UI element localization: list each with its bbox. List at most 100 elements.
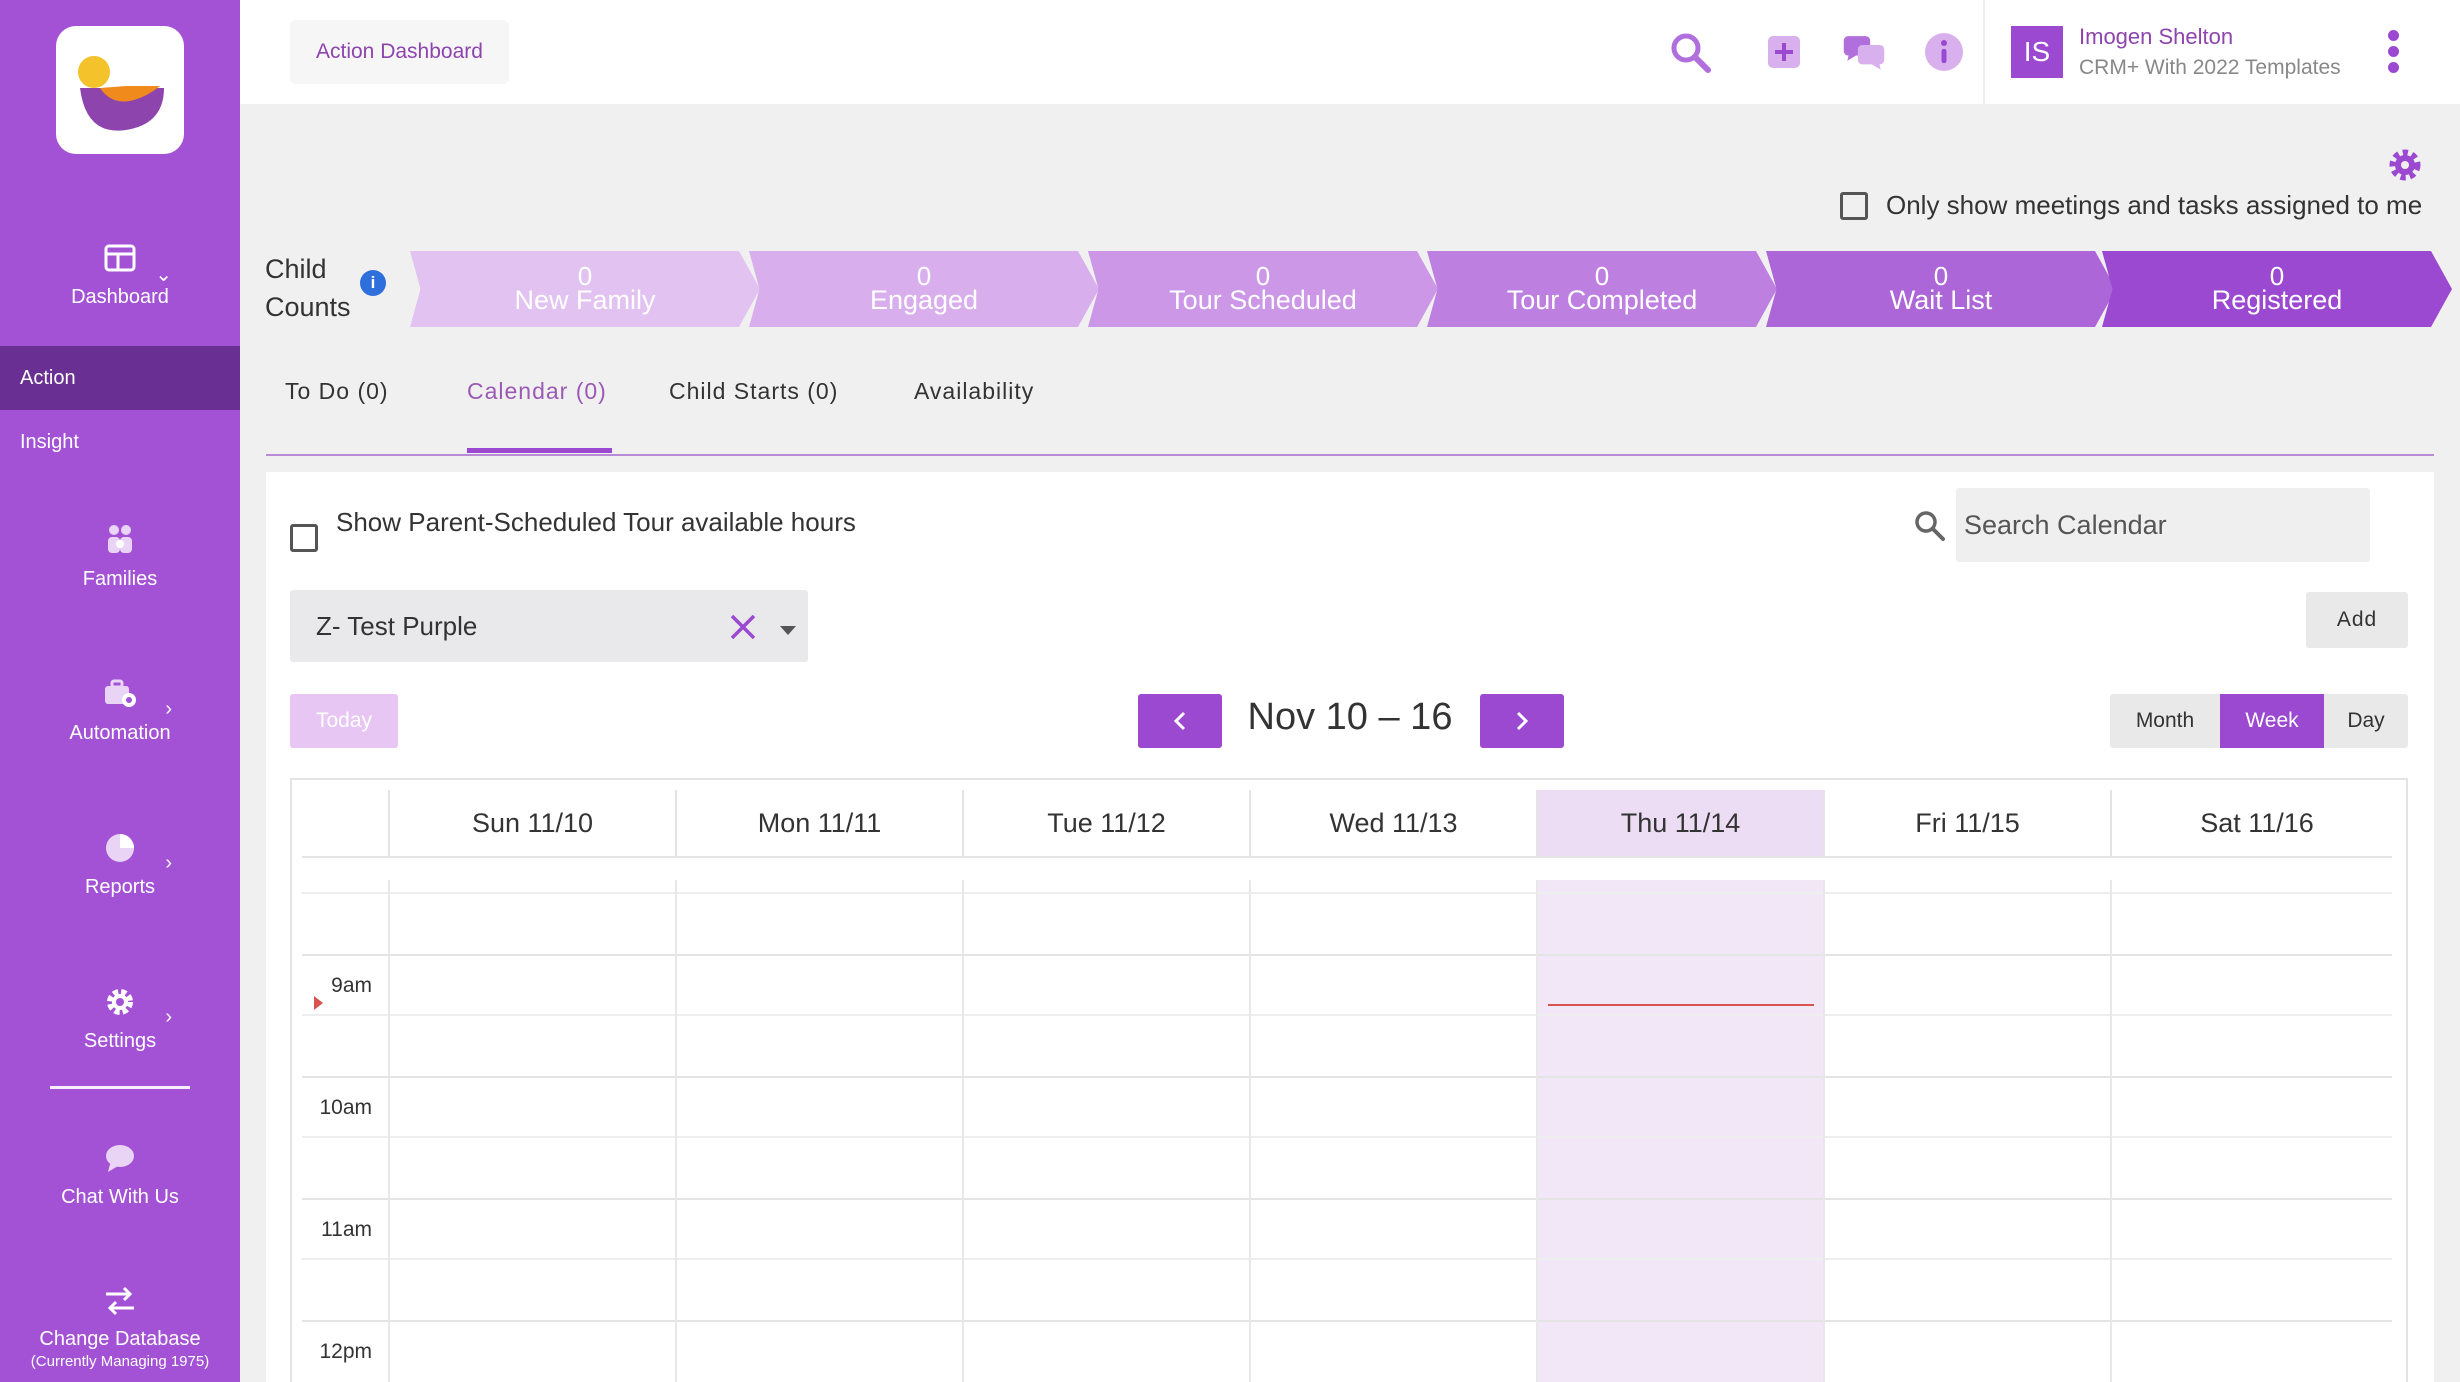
grid-line: [302, 1320, 2392, 1322]
tab-calendar[interactable]: Calendar (0): [467, 378, 607, 405]
families-icon: [108, 525, 132, 553]
search-icon: [1915, 511, 1945, 541]
more-options-icon[interactable]: [2388, 30, 2400, 78]
stage-registered[interactable]: 0 Registered: [2102, 251, 2452, 327]
user-menu[interactable]: IS Imogen Shelton CRM+ With 2022 Templat…: [1983, 0, 2460, 104]
day-header-today[interactable]: Thu 11/14: [1536, 790, 1823, 856]
week-calendar-grid: Sun 11/10 Mon 11/11 Tue 11/12 Wed 11/13 …: [290, 778, 2408, 1382]
only-assigned-label: Only show meetings and tasks assigned to…: [1886, 190, 2423, 220]
chevron-right-icon: ›: [165, 852, 172, 874]
grid-line: [302, 1014, 2392, 1016]
grid-line: [302, 1198, 2392, 1200]
clear-icon[interactable]: [726, 610, 760, 644]
day-header[interactable]: Wed 11/13: [1249, 790, 1536, 856]
search-icon[interactable]: [1668, 30, 1712, 74]
plus-square-icon[interactable]: [1762, 30, 1806, 74]
day-header[interactable]: Mon 11/11: [675, 790, 962, 856]
time-label: 10am: [319, 1096, 372, 1119]
top-header: Action Dashboard IS Imogen Shelton CRM+ …: [240, 0, 2460, 104]
chevron-right-icon: [1516, 711, 1529, 731]
sidebar-item-sublabel: (Currently Managing 1975): [30, 1353, 210, 1370]
show-parent-tour-label: Show Parent-Scheduled Tour available hou…: [336, 507, 856, 537]
chevron-right-icon: ›: [165, 698, 172, 720]
day-header[interactable]: Sat 11/16: [2110, 790, 2402, 856]
breadcrumb[interactable]: Action Dashboard: [290, 20, 509, 84]
automation-icon: [105, 679, 136, 707]
app-logo[interactable]: [56, 26, 184, 154]
time-label: 9am: [331, 974, 372, 997]
info-icon[interactable]: [1922, 30, 1966, 74]
only-assigned-checkbox[interactable]: [1840, 192, 1868, 220]
stage-name: Engaged: [869, 285, 979, 315]
sidebar-item-label: Chat With Us: [61, 1186, 179, 1208]
tab-child-starts[interactable]: Child Starts (0): [669, 378, 838, 405]
info-icon[interactable]: i: [360, 270, 386, 296]
chevron-right-icon: ›: [165, 1006, 172, 1028]
pie-chart-icon: [106, 834, 134, 862]
sidebar-item-label: Automation: [69, 722, 171, 744]
user-subtitle: CRM+ With 2022 Templates: [2079, 56, 2341, 79]
stage-tour-scheduled[interactable]: 0 Tour Scheduled: [1088, 251, 1438, 327]
chat-icon[interactable]: [1842, 30, 1886, 74]
grid-line: [302, 856, 2392, 858]
show-parent-tour-checkbox[interactable]: [290, 524, 318, 552]
sidebar-item-label: Action: [20, 367, 76, 389]
grid-column-line: [2110, 880, 2112, 1382]
grid-column-line: [388, 880, 390, 1382]
sidebar-divider: [50, 1086, 190, 1089]
sidebar-item-chat-with-us[interactable]: Chat With Us: [0, 1140, 240, 1209]
search-calendar-input[interactable]: Search Calendar: [1956, 488, 2370, 562]
grid-column-line: [962, 880, 964, 1382]
sidebar-item-action[interactable]: Action: [0, 346, 240, 410]
view-month-button[interactable]: Month: [2110, 694, 2220, 748]
sidebar-item-change-database[interactable]: Change Database (Currently Managing 1975…: [0, 1282, 240, 1370]
gear-icon: [107, 989, 133, 1015]
stage-name: Tour Completed: [1506, 285, 1698, 315]
tab-availability[interactable]: Availability: [914, 378, 1034, 405]
next-week-button[interactable]: [1480, 694, 1564, 748]
now-indicator-line: [1548, 1004, 1814, 1006]
now-indicator-arrow: [314, 996, 323, 1010]
active-tab-indicator: [467, 448, 612, 453]
chevron-down-icon[interactable]: [780, 626, 796, 635]
sidebar-item-families[interactable]: Families: [0, 522, 240, 591]
stage-engaged[interactable]: 0 Engaged: [749, 251, 1099, 327]
add-button[interactable]: Add: [2306, 592, 2408, 648]
stage-name: Registered: [2211, 285, 2343, 315]
settings-gear-icon[interactable]: [2386, 146, 2424, 184]
time-label: 11am: [321, 1218, 372, 1241]
child-counts-label: Child Counts: [265, 250, 351, 326]
sidebar-item-label: Reports: [84, 876, 156, 898]
chat-bubble-icon: [106, 1145, 134, 1172]
time-label: 12pm: [319, 1340, 372, 1363]
sidebar-item-insight[interactable]: Insight: [0, 410, 240, 474]
view-week-button[interactable]: Week: [2220, 694, 2324, 748]
date-range-title: Nov 10 – 16: [1247, 696, 1453, 738]
sidebar-item-label: Change Database: [39, 1328, 201, 1350]
stage-name: Wait List: [1889, 285, 1993, 315]
sidebar-item-label: Families: [82, 568, 158, 590]
sidebar-item-reports[interactable]: Reports ›: [0, 830, 240, 899]
sidebar-item-dashboard[interactable]: Dashboard ⌄: [0, 240, 240, 309]
sidebar-item-label: Settings: [83, 1030, 157, 1052]
day-header[interactable]: Fri 11/15: [1823, 790, 2110, 856]
grid-line: [302, 1076, 2392, 1078]
sidebar: Dashboard ⌄ Action Insight Families Auto…: [0, 0, 240, 1382]
day-header[interactable]: Tue 11/12: [962, 790, 1249, 856]
tabs-divider: [266, 454, 2434, 456]
stage-wait-list[interactable]: 0 Wait List: [1766, 251, 2116, 327]
stage-new-family[interactable]: 0 New Family: [410, 251, 760, 327]
today-button[interactable]: Today: [290, 694, 398, 748]
stage-tour-completed[interactable]: 0 Tour Completed: [1427, 251, 1777, 327]
tab-todo[interactable]: To Do (0): [285, 378, 389, 405]
child-counts-line2: Counts: [265, 292, 351, 322]
grid-column-line: [1536, 880, 1538, 1382]
sidebar-item-settings[interactable]: Settings ›: [0, 984, 240, 1053]
grid-column-line: [675, 880, 677, 1382]
grid-line: [302, 954, 2392, 956]
sidebar-item-label: Dashboard: [71, 286, 169, 308]
view-day-button[interactable]: Day: [2324, 694, 2408, 748]
day-header[interactable]: Sun 11/10: [388, 790, 675, 856]
sidebar-item-automation[interactable]: Automation ›: [0, 676, 240, 745]
stage-name: Tour Scheduled: [1169, 285, 1357, 315]
